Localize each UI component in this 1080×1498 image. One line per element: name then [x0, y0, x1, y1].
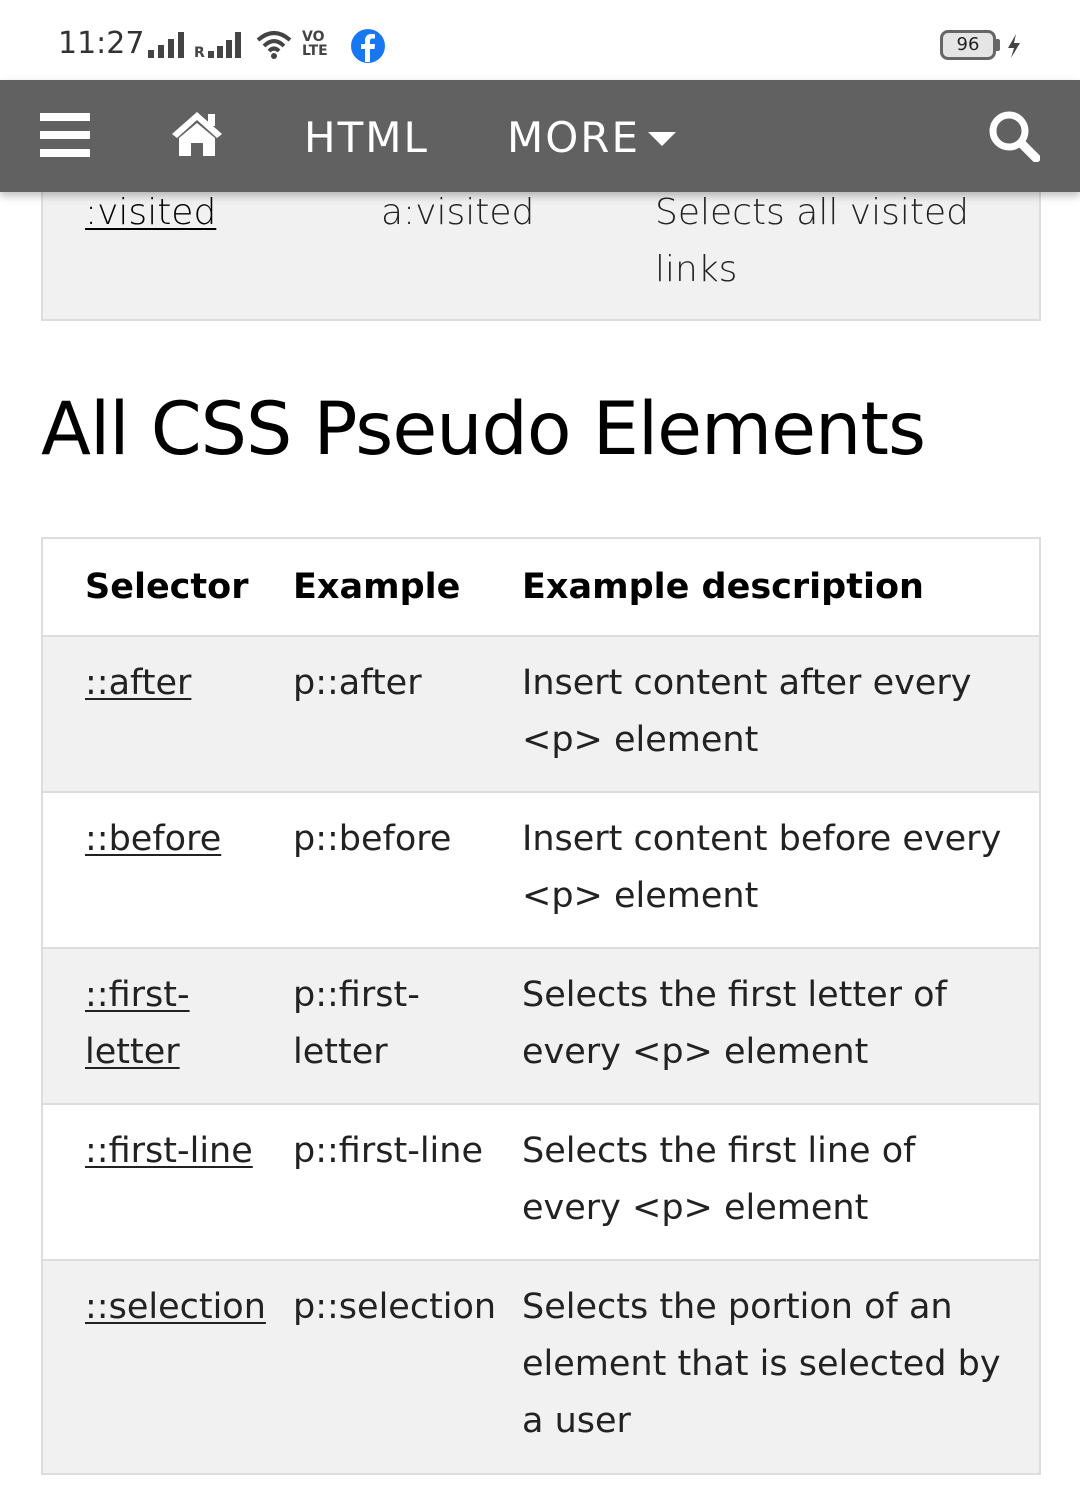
example-cell: p::after	[293, 663, 422, 703]
visited-description: Selects all visited links	[655, 192, 969, 290]
caret-down-icon[interactable]	[648, 130, 676, 148]
description-cell: Insert content after every <p> element	[522, 663, 972, 760]
menu-icon[interactable]	[40, 113, 90, 157]
example-cell: p::first-letter	[293, 975, 420, 1072]
table-row: ::first-line p::first-line Selects the f…	[43, 1105, 1039, 1261]
pseudo-elements-table: Selector Example Example description ::a…	[41, 537, 1041, 1475]
table-row: ::after p::after Insert content after ev…	[43, 637, 1039, 793]
home-icon[interactable]	[170, 110, 224, 158]
status-bar: 11:27 R VO LTE 96	[0, 0, 1080, 80]
nav-html-link[interactable]: HTML	[304, 114, 429, 162]
table-row: ::selection p::selection Selects the por…	[43, 1261, 1039, 1473]
header-description: Example description	[522, 567, 924, 607]
search-icon[interactable]	[988, 110, 1040, 162]
selector-link[interactable]: ::before	[85, 811, 285, 868]
example-cell: p::before	[293, 819, 452, 859]
description-cell: Insert content before every <p> element	[522, 819, 1002, 916]
header-selector: Selector	[85, 567, 249, 607]
section-title: All CSS Pseudo Elements	[41, 387, 926, 472]
example-cell: p::first-line	[293, 1131, 483, 1171]
selector-link[interactable]: ::selection	[85, 1279, 285, 1336]
example-cell: p::selection	[293, 1287, 497, 1327]
battery-indicator: 96	[940, 30, 996, 60]
battery-tip	[996, 39, 1000, 51]
visited-selector-link[interactable]: :visited	[85, 184, 216, 241]
header-example: Example	[293, 567, 461, 607]
signal-roaming-icon: R	[194, 32, 241, 58]
charging-icon	[1008, 34, 1020, 58]
signal-strength-icon	[148, 32, 184, 58]
description-cell: Selects the portion of an element that i…	[522, 1287, 1001, 1441]
description-cell: Selects the first letter of every <p> el…	[522, 975, 947, 1072]
status-time: 11:27	[58, 26, 145, 61]
selector-link[interactable]: ::first-line	[85, 1123, 285, 1180]
top-navbar: HTML MORE	[0, 80, 1080, 192]
volte-indicator: VO LTE	[302, 29, 328, 59]
table-row: ::before p::before Insert content before…	[43, 793, 1039, 949]
selector-link[interactable]: ::first-letter	[85, 967, 225, 1081]
selector-link[interactable]: ::after	[85, 655, 285, 712]
svg-text:R: R	[194, 45, 205, 58]
description-cell: Selects the first line of every <p> elem…	[522, 1131, 916, 1228]
table-header-row: Selector Example Example description	[43, 539, 1039, 637]
table-row: ::first-letter p::first-letter Selects t…	[43, 949, 1039, 1105]
facebook-icon	[351, 29, 385, 63]
nav-more-menu[interactable]: MORE	[507, 114, 640, 162]
visited-example: a:visited	[381, 192, 535, 233]
wifi-icon	[256, 31, 292, 59]
